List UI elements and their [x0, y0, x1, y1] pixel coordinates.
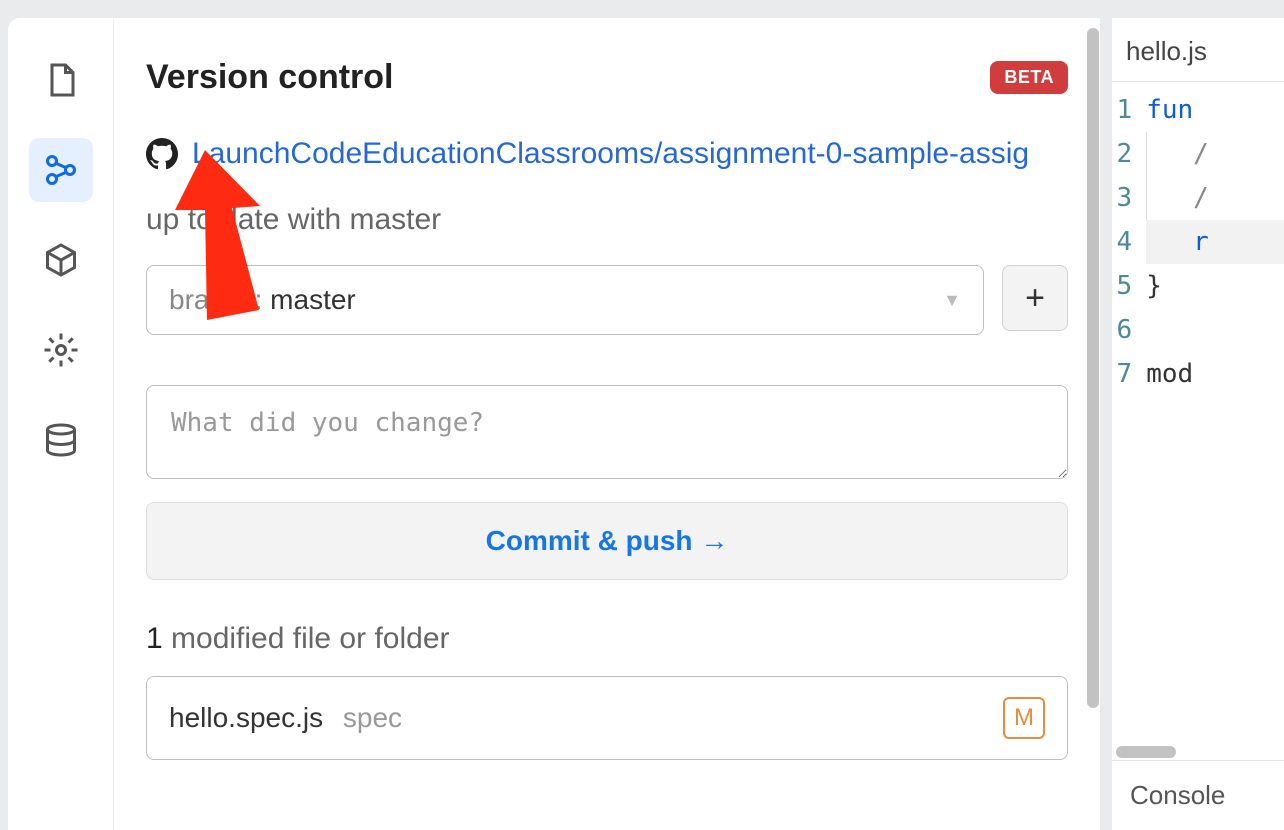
version-control-icon	[43, 152, 79, 188]
box-icon	[43, 242, 79, 278]
chevron-down-icon: ▼	[943, 290, 961, 311]
modified-file-row[interactable]: hello.spec.js spec M	[146, 676, 1068, 760]
file-name: hello.spec.js	[169, 702, 323, 733]
modified-count: 1 modified file or folder	[146, 622, 1088, 656]
line-gutter: 1234567	[1112, 88, 1146, 760]
modified-badge: M	[1003, 697, 1045, 739]
sync-status: up to date with master	[146, 203, 1088, 237]
github-icon	[146, 138, 178, 170]
beta-badge: BETA	[990, 61, 1068, 94]
editor-h-scrollbar[interactable]	[1112, 746, 1284, 760]
left-sidebar	[8, 18, 114, 830]
sidebar-packages[interactable]	[29, 228, 93, 292]
gear-icon	[43, 332, 79, 368]
commit-message-input[interactable]	[146, 385, 1068, 479]
sidebar-database[interactable]	[29, 408, 93, 472]
sidebar-files[interactable]	[29, 48, 93, 112]
file-folder: spec	[343, 702, 402, 733]
code-content[interactable]: fun / / r}mod	[1146, 88, 1284, 760]
commit-push-button[interactable]: Commit & push →	[146, 502, 1068, 580]
database-icon	[43, 422, 79, 458]
branch-name: master	[270, 284, 356, 315]
console-tab[interactable]: Console	[1112, 760, 1284, 830]
sidebar-settings[interactable]	[29, 318, 93, 382]
repo-link-row: LaunchCodeEducationClassrooms/assignment…	[146, 137, 1088, 171]
add-branch-button[interactable]: +	[1002, 265, 1068, 331]
code-area[interactable]: 1234567 fun / / r}mod	[1112, 82, 1284, 760]
sidebar-version-control[interactable]	[29, 138, 93, 202]
branch-select[interactable]: branch: master ▼	[146, 265, 984, 335]
page-title: Version control	[146, 58, 394, 97]
version-control-panel: Version control BETA LaunchCodeEducation…	[114, 18, 1100, 830]
file-icon	[43, 62, 79, 98]
repo-link[interactable]: LaunchCodeEducationClassrooms/assignment…	[192, 137, 1029, 171]
panel-scrollbar[interactable]	[1086, 28, 1100, 728]
editor-panel: hello.js 1234567 fun / / r}mod Console	[1112, 18, 1284, 830]
branch-label: branch:	[169, 284, 270, 315]
editor-tab[interactable]: hello.js	[1126, 36, 1207, 66]
